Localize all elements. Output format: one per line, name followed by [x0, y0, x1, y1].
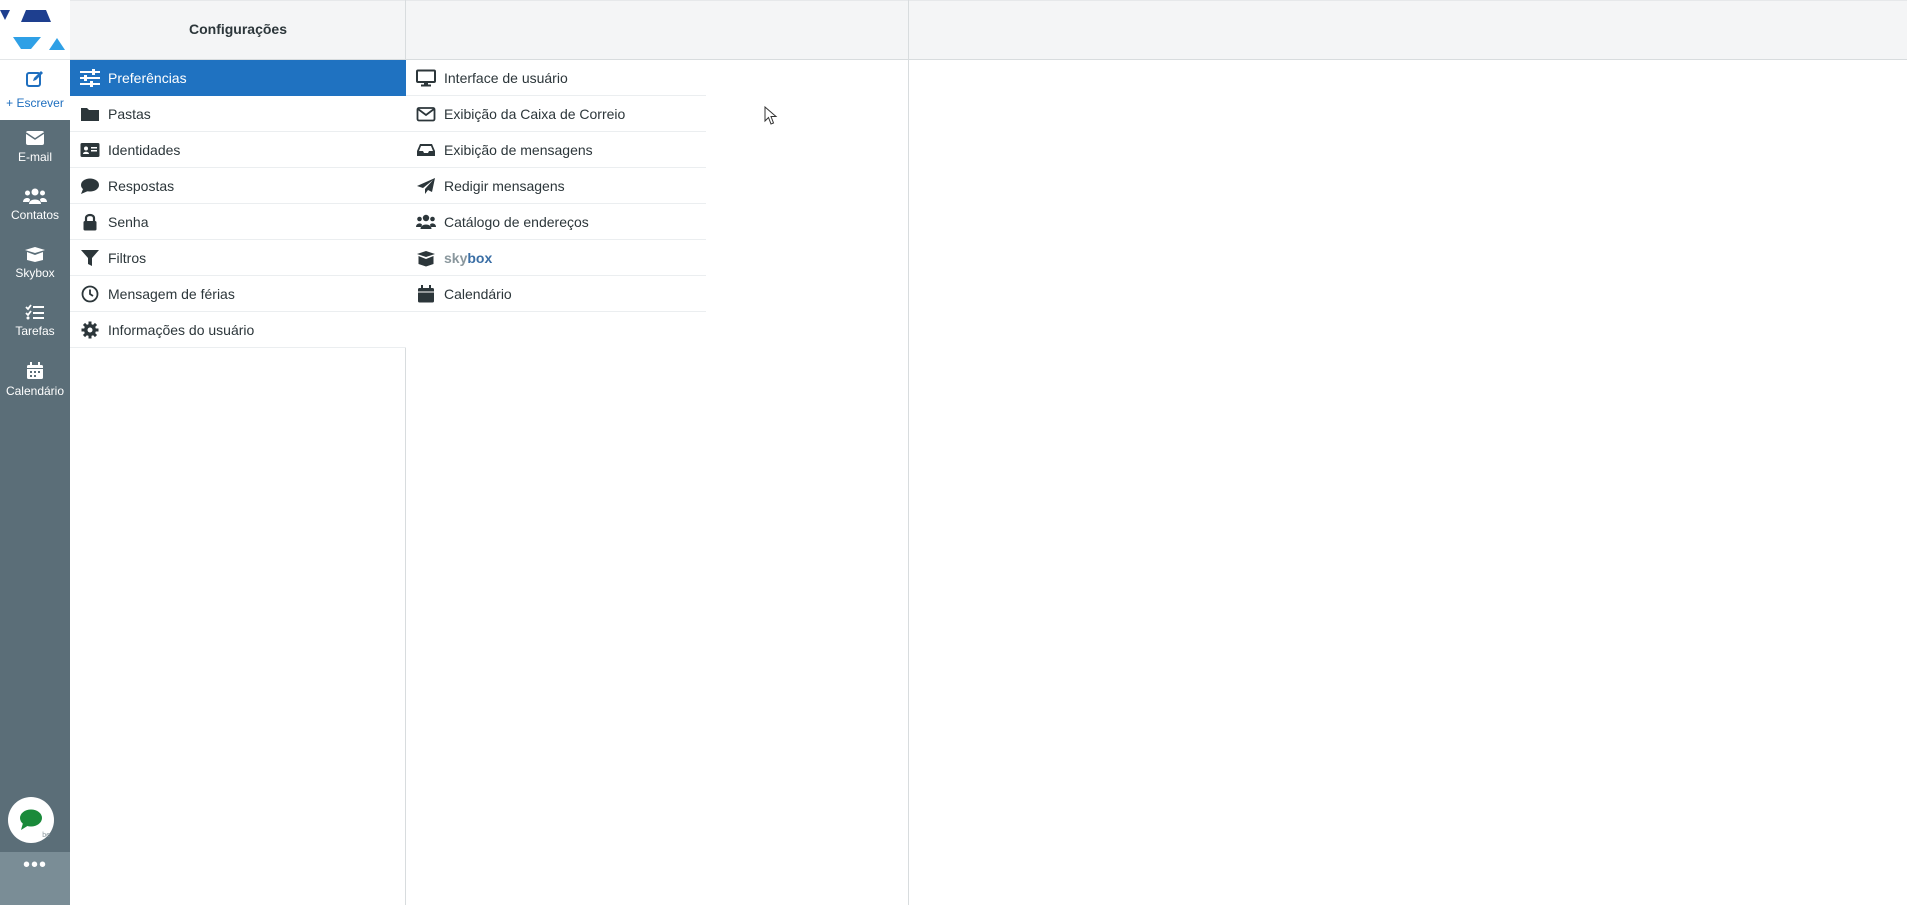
section-password[interactable]: Senha [70, 204, 406, 240]
section-label: Mensagem de férias [108, 285, 235, 302]
pref-mailbox-view[interactable]: Exibição da Caixa de Correio [406, 96, 706, 132]
calendar-icon [27, 362, 43, 379]
chat-button[interactable]: be [8, 797, 54, 843]
section-identities[interactable]: Identidades [70, 132, 406, 168]
section-label: Identidades [108, 141, 181, 158]
edit-icon [26, 71, 43, 87]
compose-button[interactable]: + Escrever [0, 60, 70, 120]
sliders-icon [80, 68, 100, 87]
rail-item-label: Skybox [15, 266, 55, 280]
skybox-label-box: box [467, 249, 493, 266]
rail-item-label: Contatos [10, 208, 60, 222]
section-preferences[interactable]: Preferências [70, 60, 406, 96]
envelope-icon [416, 106, 436, 121]
app-window: + Escrever E-mail Contatos Skybox Tarefa… [0, 0, 1907, 905]
rail-item-label: Calendário [5, 384, 65, 398]
chat-badge: be [42, 832, 50, 839]
envelope-icon [25, 131, 45, 145]
section-label: Preferências [108, 69, 187, 86]
box-icon [25, 247, 45, 262]
pref-label: skybox [444, 250, 492, 266]
id-card-icon [80, 142, 100, 157]
calendar-icon [418, 284, 434, 302]
section-label: Pastas [108, 105, 151, 122]
rail-item-label: E-mail [17, 150, 52, 164]
settings-sections-list: Preferências Pastas Identidades Resposta… [70, 60, 406, 348]
logo [0, 0, 70, 60]
header-bar: Configurações [70, 0, 1907, 60]
inbox-icon [417, 143, 435, 156]
pref-skybox[interactable]: skybox [406, 240, 706, 276]
gear-icon [81, 321, 99, 338]
pref-label: Exibição de mensagens [444, 141, 593, 158]
tasks-icon [25, 304, 44, 320]
paper-plane-icon [417, 177, 435, 194]
preferences-sections-list: Interface de usuário Exibição da Caixa d… [406, 60, 706, 312]
folder-icon [81, 107, 99, 121]
comment-icon [81, 178, 99, 194]
pref-label: Catálogo de endereços [444, 213, 589, 230]
mouse-cursor-icon [764, 106, 778, 125]
pref-compose-messages[interactable]: Redigir mensagens [406, 168, 706, 204]
section-label: Respostas [108, 177, 175, 194]
box-icon [417, 250, 435, 266]
filter-icon [81, 249, 99, 266]
users-icon [416, 214, 436, 229]
left-rail: + Escrever E-mail Contatos Skybox Tarefa… [0, 0, 70, 905]
pref-user-interface[interactable]: Interface de usuário [406, 60, 706, 96]
rail-item-tasks[interactable]: Tarefas [0, 298, 70, 354]
rail-item-contacts[interactable]: Contatos [0, 182, 70, 238]
section-user-info[interactable]: Informações do usuário [70, 312, 406, 348]
more-label: ••• [22, 854, 47, 876]
chat-bubble-icon [20, 809, 42, 830]
users-icon [23, 188, 47, 204]
section-filters[interactable]: Filtros [70, 240, 406, 276]
section-label: Senha [108, 213, 149, 230]
pref-label: Exibição da Caixa de Correio [444, 105, 626, 122]
pref-message-view[interactable]: Exibição de mensagens [406, 132, 706, 168]
pref-calendar[interactable]: Calendário [406, 276, 706, 312]
compose-label: + Escrever [6, 96, 64, 110]
column-divider [908, 0, 909, 905]
page-title: Configurações [188, 21, 287, 37]
rail-item-label: Tarefas [15, 324, 55, 338]
pref-label: Calendário [444, 285, 512, 302]
clock-icon [81, 285, 99, 302]
section-label: Filtros [108, 249, 147, 266]
rail-item-skybox[interactable]: Skybox [0, 240, 70, 296]
lock-icon [83, 213, 97, 230]
monitor-icon [416, 69, 436, 86]
skybox-label-sky: sky [444, 249, 468, 266]
rail-item-calendar[interactable]: Calendário [0, 356, 70, 412]
section-vacation-message[interactable]: Mensagem de férias [70, 276, 406, 312]
pref-address-book[interactable]: Catálogo de endereços [406, 204, 706, 240]
rail-item-email[interactable]: E-mail [0, 124, 70, 180]
pref-label: Interface de usuário [444, 69, 568, 86]
brand-logo-icon [0, 10, 65, 50]
more-button[interactable]: ••• [0, 852, 70, 905]
pref-label: Redigir mensagens [444, 177, 565, 194]
section-folders[interactable]: Pastas [70, 96, 406, 132]
section-label: Informações do usuário [108, 321, 255, 338]
section-responses[interactable]: Respostas [70, 168, 406, 204]
